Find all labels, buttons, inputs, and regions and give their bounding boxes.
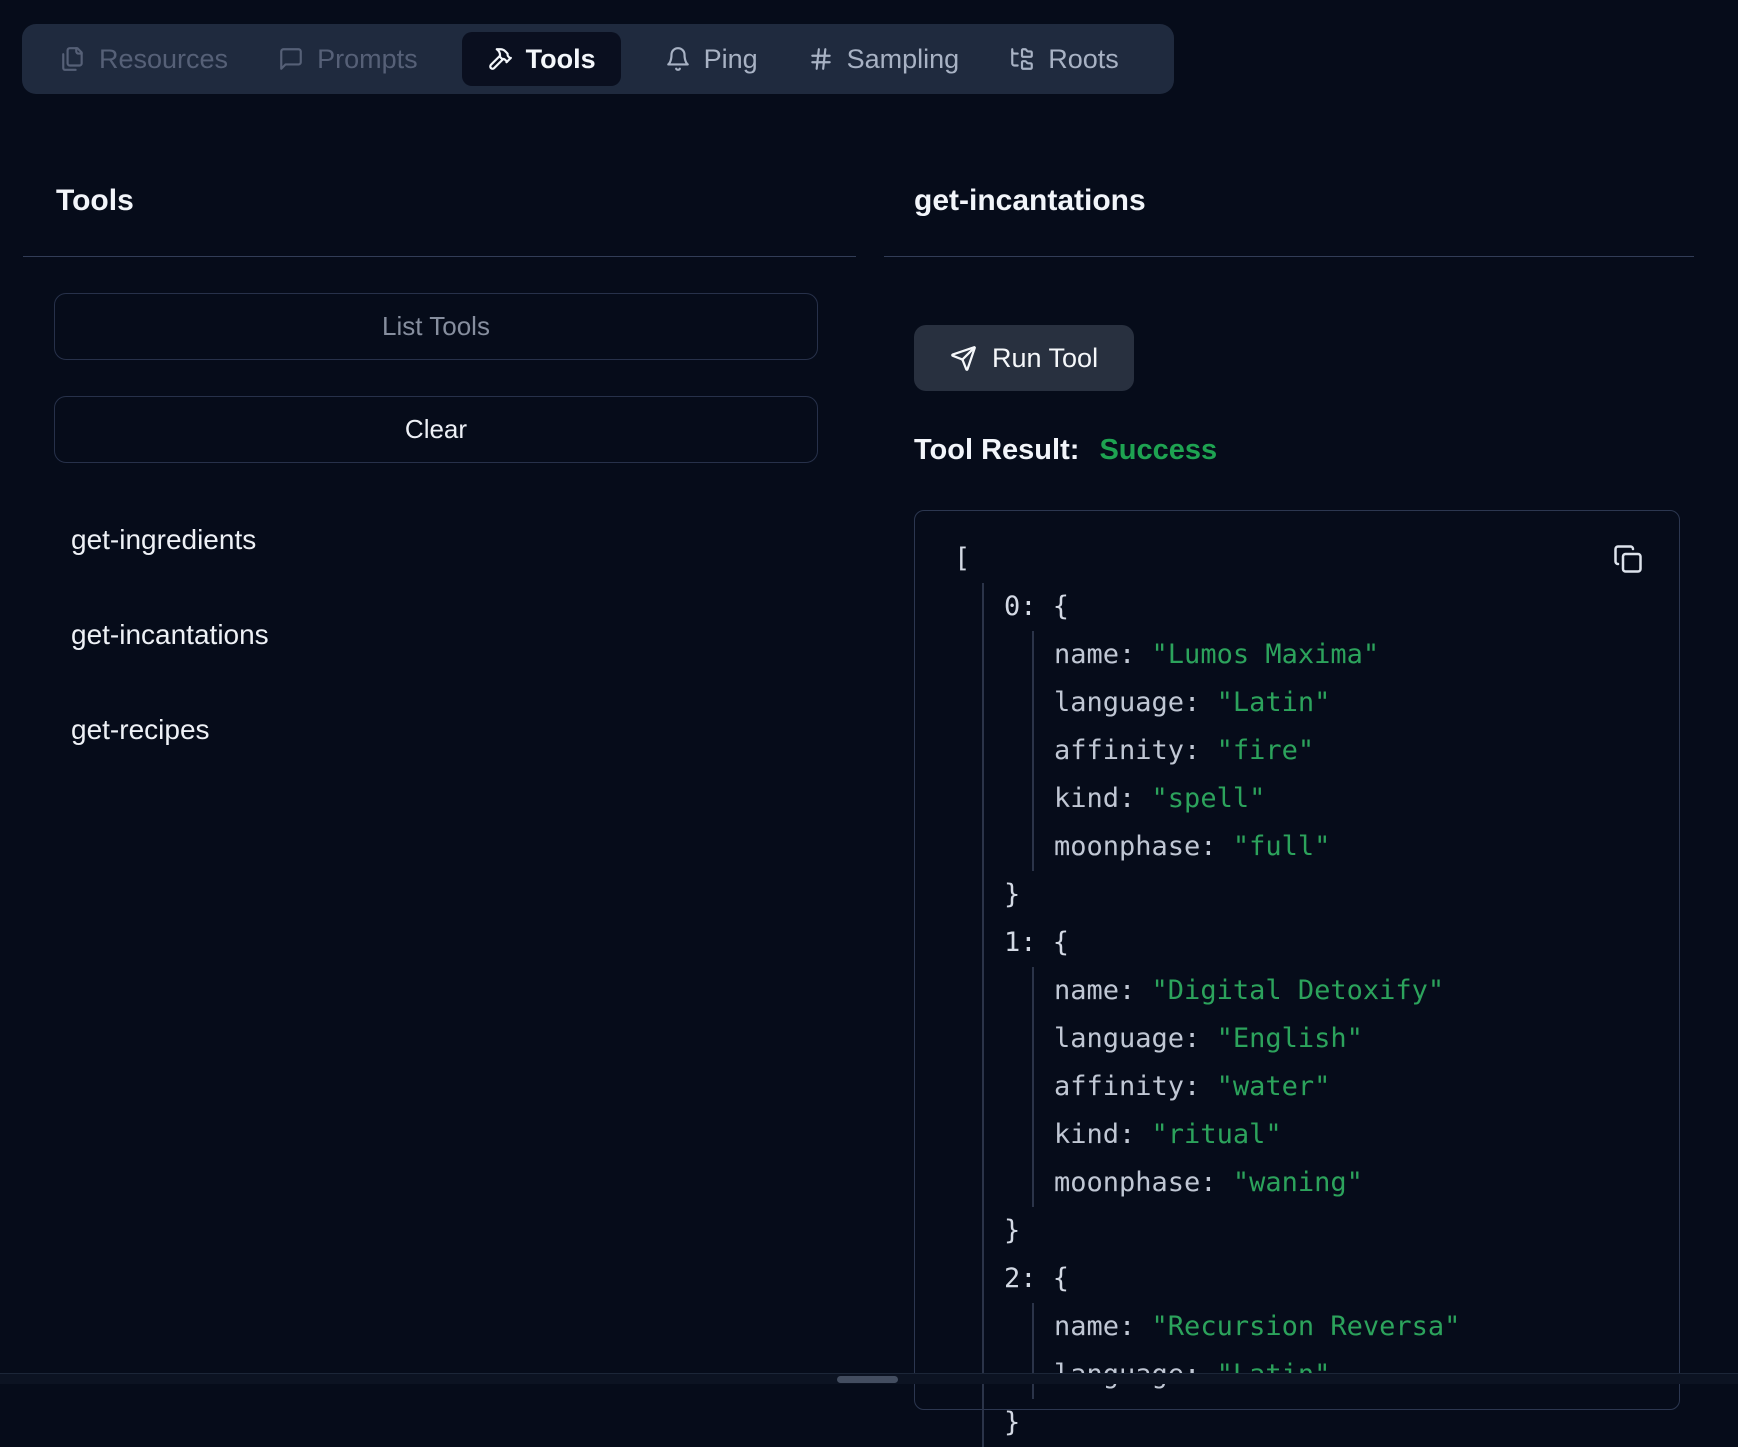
tools-panel-title: Tools [56,184,134,218]
json-value: "spell" [1152,783,1266,814]
json-entry-moonphase: moonphase: "full" [1054,823,1659,871]
tab-label: Sampling [847,44,960,75]
tab-label: Resources [99,44,228,75]
tab-resources: Resources [60,44,228,75]
tab-prompts: Prompts [278,44,418,75]
json-punct: } [1004,1407,1020,1438]
tool-result-line: Tool Result: Success [914,434,1217,467]
tab-tools[interactable]: Tools [462,32,621,86]
horizontal-scrollbar-track[interactable] [0,1373,1738,1384]
json-entry-name: name: "Digital Detoxify" [1054,967,1659,1015]
json-children: 0: {name: "Lumos Maxima"language: "Latin… [982,583,1659,1447]
json-key: language: [1054,687,1217,718]
json-value: "water" [1217,1071,1331,1102]
detail-panel-divider [884,256,1694,257]
json-entry-kind: kind: "spell" [1054,775,1659,823]
json-children: name: "Recursion Reversa"language: "Lati… [1032,1303,1659,1399]
json-key: kind: [1054,1119,1152,1150]
tool-list-item[interactable]: get-incantations [71,613,269,657]
json-index: 2: [1004,1263,1053,1294]
tool-list-item[interactable]: get-ingredients [71,518,269,562]
json-punct: { [1053,591,1069,622]
tab-label: Tools [526,44,596,75]
tool-list: get-ingredients get-incantations get-recip… [71,518,269,803]
json-punct: { [1053,1263,1069,1294]
json-value: "Latin" [1217,687,1331,718]
json-children: name: "Lumos Maxima"language: "Latin"aff… [1032,631,1659,871]
json-entry-kind: kind: "ritual" [1054,1111,1659,1159]
json-entry-name: name: "Lumos Maxima" [1054,631,1659,679]
json-object-close: } [1004,1399,1659,1447]
json-value: "waning" [1233,1167,1363,1198]
hammer-icon [487,46,513,72]
clear-button[interactable]: Clear [54,396,818,463]
send-icon [950,345,977,372]
json-punct: } [1004,1215,1020,1246]
tool-result-label: Tool Result: [914,434,1079,466]
json-array-toggle[interactable]: [ [954,535,1659,583]
json-object-close: } [1004,1207,1659,1255]
json-key: affinity: [1054,735,1217,766]
json-entry-affinity: affinity: "water" [1054,1063,1659,1111]
json-key: moonphase: [1054,1167,1233,1198]
json-object-toggle[interactable]: 1: { [1004,919,1659,967]
list-tools-button[interactable]: List Tools [54,293,818,360]
json-key: moonphase: [1054,831,1233,862]
json-index: 1: [1004,927,1053,958]
json-tree: [0: {name: "Lumos Maxima"language: "Lati… [915,511,1679,1447]
json-value: "ritual" [1152,1119,1282,1150]
tool-result-status: Success [1099,434,1217,466]
json-value: "Recursion Reversa" [1152,1311,1461,1342]
json-key: kind: [1054,783,1152,814]
json-children: name: "Digital Detoxify"language: "Engli… [1032,967,1659,1207]
tools-panel-divider [23,256,856,257]
json-punct: [ [954,543,970,574]
hash-icon [808,46,834,72]
json-value: "Lumos Maxima" [1152,639,1380,670]
copy-icon [1613,544,1645,574]
json-object-toggle[interactable]: 2: { [1004,1255,1659,1303]
tab-ping[interactable]: Ping [665,44,758,75]
tab-sampling[interactable]: Sampling [808,44,960,75]
json-entry-moonphase: moonphase: "waning" [1054,1159,1659,1207]
json-key: language: [1054,1023,1217,1054]
json-entry-language: language: "Latin" [1054,679,1659,727]
json-value: "Digital Detoxify" [1152,975,1445,1006]
folder-tree-icon [1009,46,1035,72]
json-value: "fire" [1217,735,1315,766]
run-tool-button[interactable]: Run Tool [914,325,1134,391]
json-entry-language: language: "English" [1054,1015,1659,1063]
json-index: 0: [1004,591,1053,622]
files-icon [60,46,86,72]
tab-roots[interactable]: Roots [1009,44,1119,75]
tab-label: Roots [1048,44,1119,75]
bell-icon [665,46,691,72]
json-punct: { [1053,927,1069,958]
selected-tool-title: get-incantations [914,184,1146,218]
json-entry-name: name: "Recursion Reversa" [1054,1303,1659,1351]
message-square-icon [278,46,304,72]
capability-tab-bar: Resources Prompts Tools Ping Sampling Roots [22,24,1174,94]
tab-label: Prompts [317,44,418,75]
tool-list-item[interactable]: get-recipes [71,708,269,752]
copy-button[interactable] [1613,543,1645,575]
horizontal-scrollbar-thumb[interactable] [837,1376,898,1383]
json-key: name: [1054,1311,1152,1342]
json-key: name: [1054,975,1152,1006]
tab-label: Ping [704,44,758,75]
json-entry-affinity: affinity: "fire" [1054,727,1659,775]
json-object-toggle[interactable]: 0: { [1004,583,1659,631]
json-key: affinity: [1054,1071,1217,1102]
json-object-close: } [1004,871,1659,919]
json-value: "English" [1217,1023,1363,1054]
json-value: "full" [1233,831,1331,862]
json-key: name: [1054,639,1152,670]
run-tool-label: Run Tool [992,343,1098,374]
json-punct: } [1004,879,1020,910]
tool-result-box: [0: {name: "Lumos Maxima"language: "Lati… [914,510,1680,1410]
